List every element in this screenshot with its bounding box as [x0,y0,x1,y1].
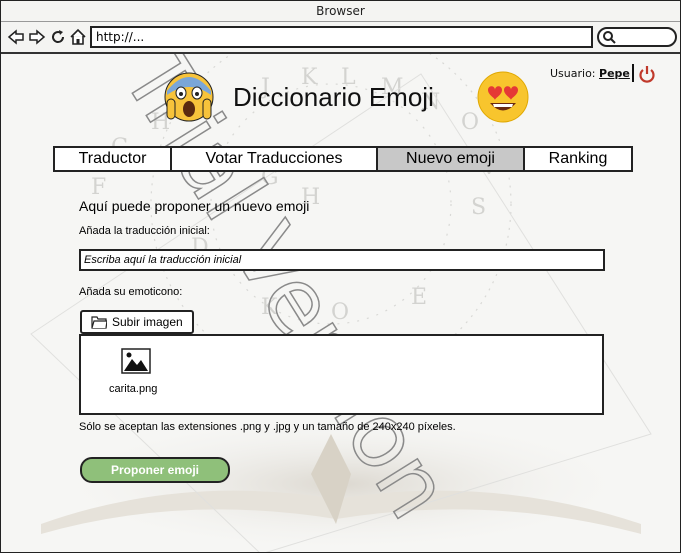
user-name-link[interactable]: Pepe [599,67,630,80]
home-icon[interactable] [69,28,87,46]
window-title: Browser [1,1,680,22]
reload-icon[interactable] [49,28,67,46]
tab-votar-traducciones[interactable]: Votar Traducciones [172,148,378,170]
upload-button-label: Subir imagen [112,315,183,329]
form-heading: Aquí puede proponer un nuevo emoji [79,198,310,214]
tab-ranking[interactable]: Ranking [525,148,631,170]
translation-label: Añada la traducción inicial: [79,225,210,237]
forward-icon[interactable] [28,28,46,46]
url-input[interactable]: http://... [90,26,593,48]
folder-icon [91,316,107,329]
browser-search[interactable] [597,27,677,47]
main-tabs: Traductor Votar Traducciones Nuevo emoji… [53,146,633,172]
upload-note: Sólo se aceptan las extensiones .png y .… [79,421,456,433]
power-icon[interactable] [638,65,656,83]
tab-nuevo-emoji[interactable]: Nuevo emoji [378,148,525,170]
svg-text:S: S [471,195,486,220]
svg-text:E: E [411,285,427,310]
browser-window: Browser http://... J K L M N O H F S E K… [0,0,681,553]
svg-text:F: F [91,175,106,200]
tab-traductor[interactable]: Traductor [55,148,172,170]
scream-emoji-logo [164,72,214,122]
heart-eyes-emoji-logo [477,71,529,123]
emoticon-label: Añada su emoticono: [79,286,183,298]
image-file-icon[interactable] [121,348,151,374]
image-dropzone[interactable]: carita.png [79,334,604,415]
user-separator [632,64,634,82]
file-name: carita.png [109,383,158,395]
app-title: Diccionario Emoji [233,82,434,112]
upload-image-button[interactable]: Subir imagen [80,310,194,334]
search-icon [603,31,616,44]
browser-toolbar: http://... [1,22,680,54]
page-content: JKL MNO IHG FVS EKO DHG Trial Version Di… [1,54,680,552]
user-info: Usuario: Pepe [550,67,630,80]
translation-input[interactable]: Escriba aquí la traducción inicial [79,249,605,271]
user-label: Usuario: [550,67,596,80]
back-icon[interactable] [7,28,25,46]
propose-emoji-button[interactable]: Proponer emoji [80,457,230,483]
